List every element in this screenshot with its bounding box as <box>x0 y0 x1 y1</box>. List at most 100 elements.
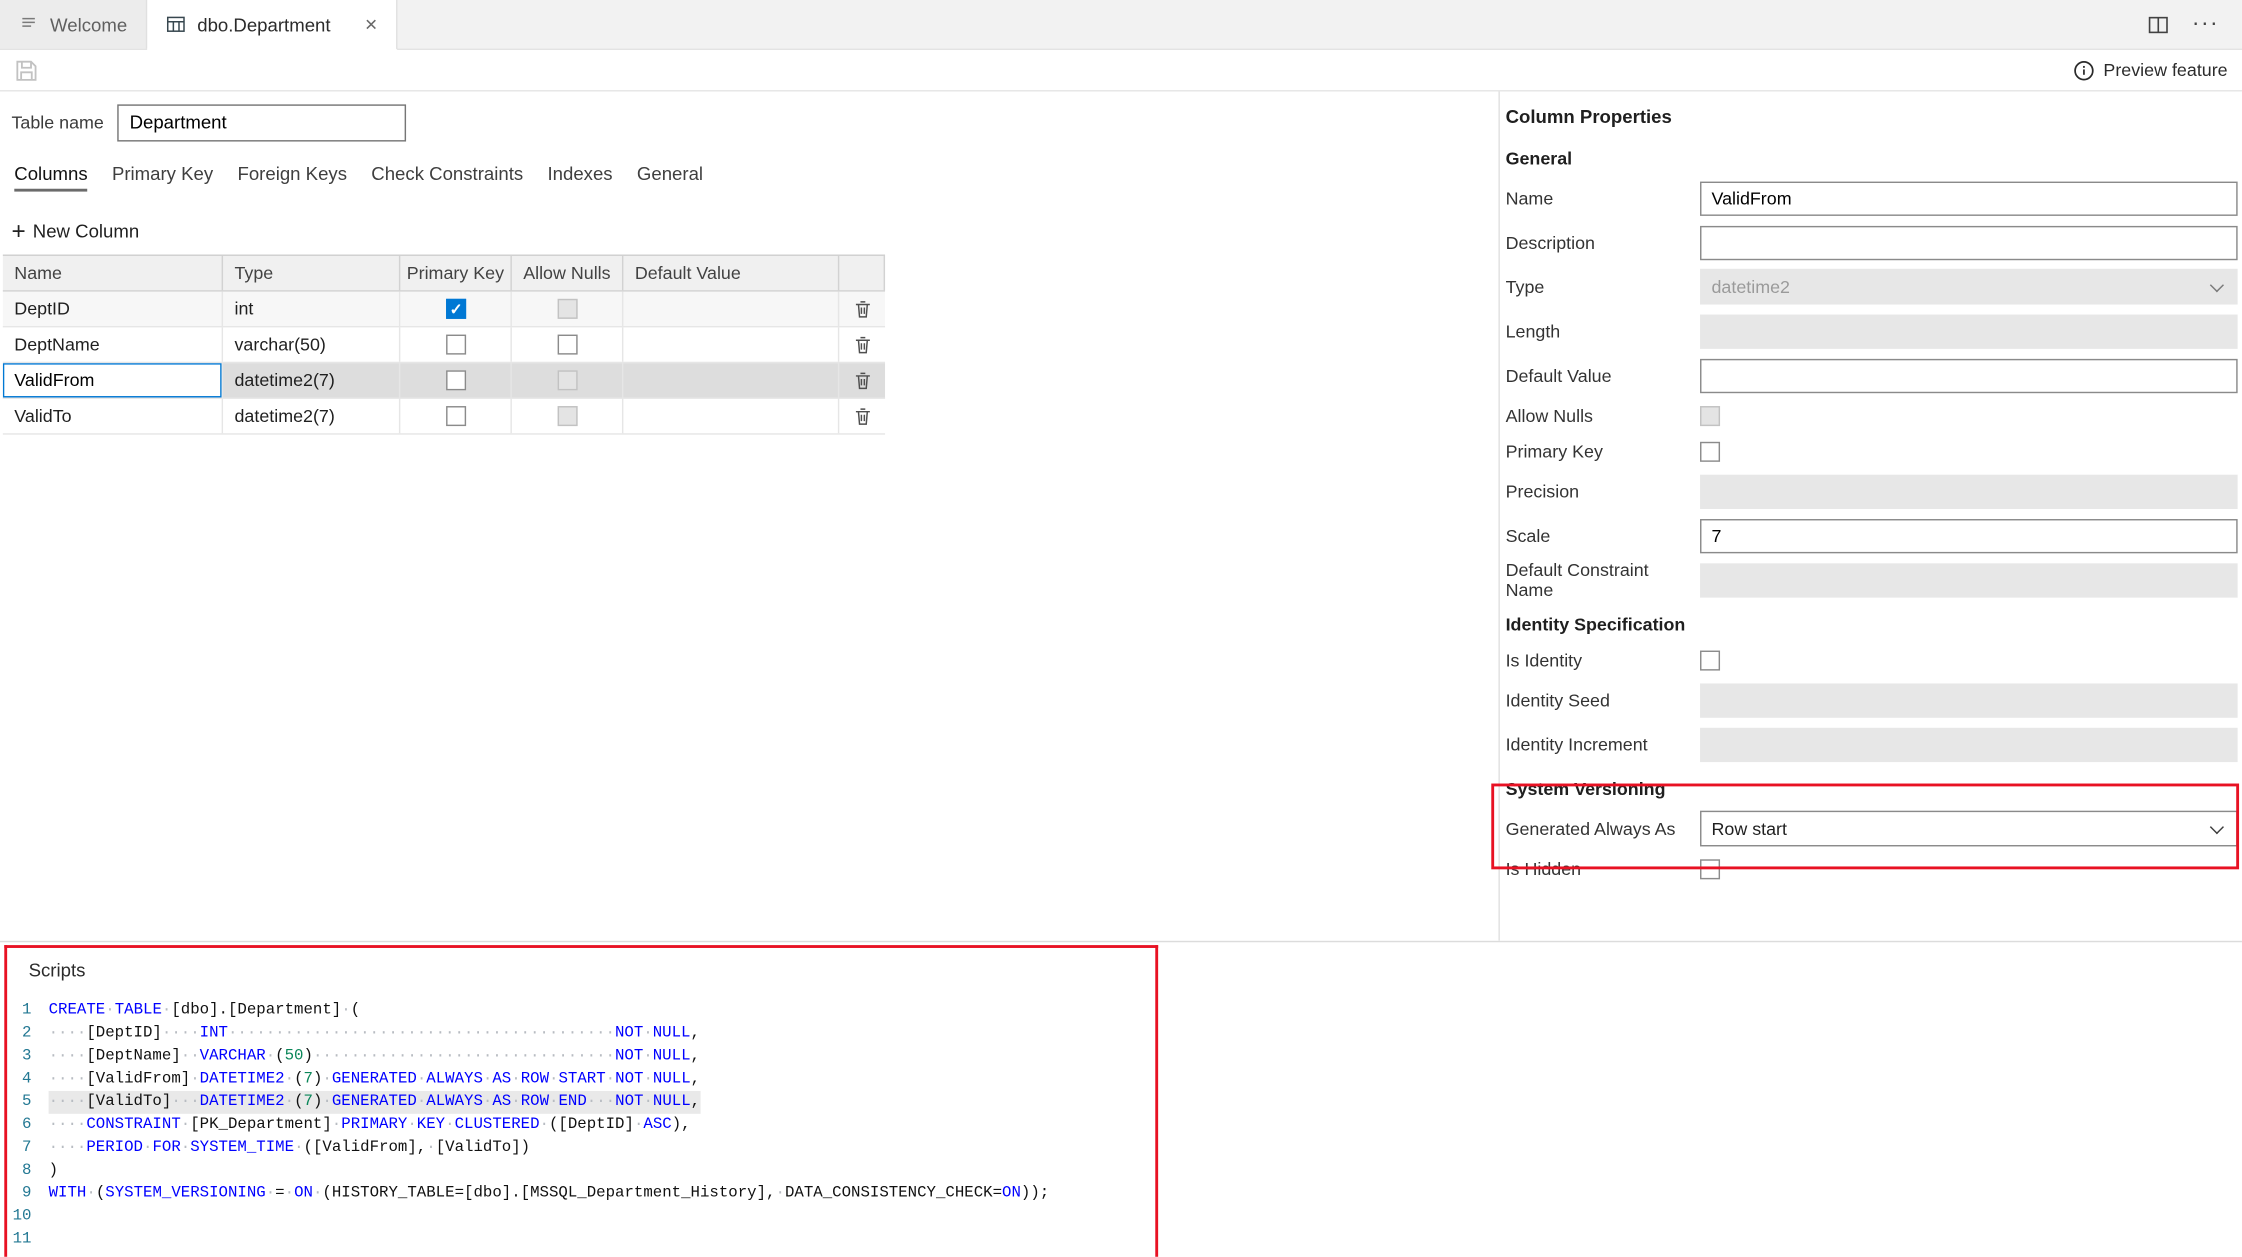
tab-welcome[interactable]: Welcome <box>0 0 148 49</box>
prop-label: Is Identity <box>1505 649 1583 670</box>
generated-always-as-dropdown[interactable]: Row start <box>1700 810 2238 847</box>
preview-feature-label: Preview feature <box>2103 60 2228 81</box>
table-name-row: Table name <box>11 103 406 142</box>
column-name-cell[interactable]: DeptName <box>3 327 224 362</box>
line-number: 8 <box>22 1162 32 1180</box>
column-type-cell[interactable]: datetime2(7) <box>223 398 401 434</box>
description-input[interactable] <box>1700 225 2238 260</box>
default-value-cell[interactable] <box>623 398 840 434</box>
preview-feature-badge[interactable]: Preview feature <box>2073 59 2228 81</box>
column-type-cell[interactable]: varchar(50) <box>223 327 401 362</box>
prop-label: Primary Key <box>1505 441 1603 462</box>
grid-header-primary-key: Primary Key <box>400 255 512 291</box>
delete-row-button[interactable] <box>839 292 885 326</box>
prop-row-default-constraint-name: Default Constraint Name <box>1506 558 2238 602</box>
new-column-button[interactable]: + New Column <box>11 214 139 245</box>
precision-input <box>1700 473 2238 509</box>
name-input[interactable] <box>1700 180 2238 216</box>
prop-label: Type <box>1505 276 1545 297</box>
type-value: datetime2 <box>1711 276 1790 297</box>
table-name-input[interactable] <box>116 103 406 141</box>
table-row[interactable]: ValidTo datetime2(7) <box>2 398 886 435</box>
column-name-editor[interactable] <box>2 363 222 398</box>
delete-row-button[interactable] <box>839 363 885 397</box>
prop-label: Scale <box>1505 525 1551 546</box>
identity-increment-input <box>1700 727 2238 762</box>
code-line[interactable]: 3 ····[DeptName]··VARCHAR·(50)···········… <box>0 1045 1498 1068</box>
code-line[interactable]: 9 WITH·(SYSTEM_VERSIONING·=·ON·(HISTORY_T… <box>0 1182 1498 1205</box>
prop-row-is-hidden: Is Hidden <box>1506 851 2238 887</box>
delete-row-button[interactable] <box>839 327 885 361</box>
code-line[interactable]: 7 ····PERIOD·FOR·SYSTEM_TIME·([ValidFrom]… <box>0 1137 1498 1160</box>
primary-key-checkbox[interactable] <box>445 298 466 319</box>
prop-label: Identity Increment <box>1505 734 1648 755</box>
grid-header-default-value: Default Value <box>623 255 840 291</box>
prop-row-primary-key: Primary Key <box>1506 433 2238 469</box>
prop-row-allow-nulls: Allow Nulls <box>1506 397 2238 433</box>
chevron-down-icon <box>2209 277 2224 292</box>
tab-label: dbo.Department <box>197 13 331 36</box>
sql-editor-lines: 1 CREATE·TABLE·[dbo].[Department]·(2 ····[… <box>0 999 1498 1251</box>
identity-seed-input <box>1700 682 2238 718</box>
prop-label: Default Constraint Name <box>1505 559 1649 600</box>
column-name-cell[interactable]: DeptID <box>3 291 224 326</box>
prop-label: Name <box>1505 188 1554 209</box>
code-line[interactable]: 1 CREATE·TABLE·[dbo].[Department]·( <box>0 999 1498 1022</box>
line-number: 10 <box>12 1208 32 1226</box>
prop-label: Default Value <box>1505 365 1612 386</box>
prop-row-identity-seed: Identity Seed <box>1506 678 2238 722</box>
prop-label: Generated Always As <box>1505 818 1676 839</box>
is-identity-checkbox[interactable] <box>1700 649 1721 670</box>
code-line[interactable]: 11 <box>0 1228 1498 1251</box>
scripts-panel: Scripts 1 CREATE·TABLE·[dbo].[Department]… <box>0 940 2242 1257</box>
code-line[interactable]: 8) <box>0 1160 1498 1183</box>
table-row-selected[interactable]: datetime2(7) <box>2 363 886 399</box>
allow-nulls-checkbox[interactable] <box>556 334 577 355</box>
save-icon[interactable] <box>14 58 38 82</box>
column-name-cell-editing[interactable] <box>2 363 224 398</box>
default-constraint-name-input <box>1700 562 2238 597</box>
default-value-cell[interactable] <box>623 291 840 326</box>
tab-check-constraints[interactable]: Check Constraints <box>371 159 523 192</box>
tab-general[interactable]: General <box>637 159 703 192</box>
code-line[interactable]: 6 ····CONSTRAINT·[PK_Department]·PRIMARY·… <box>0 1114 1498 1137</box>
split-editor-icon[interactable] <box>2148 14 2169 35</box>
column-name-cell[interactable]: ValidTo <box>3 398 224 434</box>
grid-header-allow-nulls: Allow Nulls <box>512 255 624 291</box>
tab-indexes[interactable]: Indexes <box>547 159 612 192</box>
is-hidden-checkbox[interactable] <box>1700 858 1721 879</box>
code-line[interactable]: 10 <box>0 1205 1498 1228</box>
designer-main: Table name Columns Primary Key Foreign K… <box>0 91 1499 941</box>
table-icon <box>166 14 186 34</box>
close-tab-icon[interactable]: × <box>365 14 378 35</box>
prop-row-generated-always-as: Generated Always As Row start <box>1506 806 2238 850</box>
code-line[interactable]: 4 ····[ValidFrom]·DATETIME2·(7)·GENERATED… <box>0 1068 1498 1091</box>
column-type-cell[interactable]: int <box>223 291 401 326</box>
primary-key-checkbox[interactable] <box>445 370 466 391</box>
delete-row-button[interactable] <box>839 399 885 433</box>
tab-foreign-keys[interactable]: Foreign Keys <box>237 159 347 192</box>
sql-editor[interactable]: 1 CREATE·TABLE·[dbo].[Department]·(2 ····[… <box>0 999 1498 1251</box>
tab-primary-key[interactable]: Primary Key <box>112 159 213 192</box>
more-actions-icon[interactable]: ··· <box>2192 11 2219 37</box>
line-number: 6 <box>22 1116 32 1134</box>
type-dropdown: datetime2 <box>1700 268 2238 305</box>
primary-key-checkbox[interactable] <box>445 334 466 355</box>
prop-row-identity-increment: Identity Increment <box>1506 722 2238 766</box>
grid-header-type: Type <box>223 255 401 291</box>
default-value-cell[interactable] <box>623 327 840 362</box>
table-row[interactable]: DeptID int <box>2 291 886 328</box>
default-value-input[interactable] <box>1700 358 2238 393</box>
section-header-system-versioning: System Versioning <box>1505 779 1666 800</box>
code-line[interactable]: 2 ····[DeptID]····INT····················… <box>0 1022 1498 1045</box>
default-value-cell[interactable] <box>623 363 840 398</box>
tab-columns[interactable]: Columns <box>14 159 89 192</box>
primary-key-checkbox[interactable] <box>445 406 466 427</box>
primary-key-checkbox[interactable] <box>1700 441 1721 462</box>
column-type-cell[interactable]: datetime2(7) <box>223 363 401 398</box>
code-line[interactable]: 5 ····[ValidTo]···DATETIME2·(7)·GENERATED… <box>0 1090 1498 1114</box>
scale-input[interactable] <box>1700 518 2238 553</box>
tab-dbo-department[interactable]: dbo.Department × <box>147 0 398 51</box>
allow-nulls-checkbox <box>556 406 577 427</box>
table-row[interactable]: DeptName varchar(50) <box>2 327 886 364</box>
